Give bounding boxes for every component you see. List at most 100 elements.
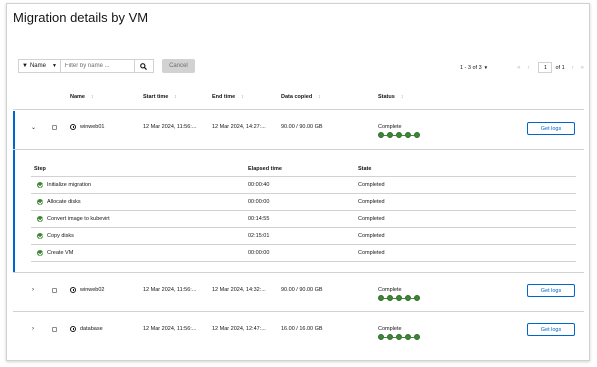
status-text: Complete xyxy=(378,287,402,293)
column-header-label: End time xyxy=(212,94,236,100)
pipeline-steps xyxy=(378,334,420,340)
data-copied: 16.00 / 16.00 GB xyxy=(281,326,323,332)
end-time: 12 Mar 2024, 12:47:... xyxy=(212,326,266,332)
start-time: 12 Mar 2024, 11:56:... xyxy=(143,326,197,332)
filter-attribute-dropdown[interactable]: ▼ Name ▼ xyxy=(18,59,60,73)
step-state: Completed xyxy=(358,199,385,205)
step-state: Completed xyxy=(358,233,385,239)
sort-icon: ↕ xyxy=(90,94,94,100)
sort-icon: ↕ xyxy=(174,94,177,100)
pagination-range-toggle[interactable]: 1 - 3 of 3 ▼ xyxy=(460,65,488,71)
expand-chevron-icon[interactable]: › xyxy=(32,287,34,293)
column-header-label: Start time xyxy=(143,94,169,100)
step-elapsed: 00:00:00 xyxy=(248,199,270,205)
status-cell: Complete xyxy=(378,326,420,340)
sort-icon: ↕ xyxy=(241,94,244,100)
column-header-name[interactable]: Name ↕ xyxy=(70,94,93,100)
step-row: Copy disks 02:15:01 Completed xyxy=(31,228,576,245)
caret-down-icon: ▼ xyxy=(483,64,489,70)
next-page-icon[interactable]: › xyxy=(572,65,574,71)
page-number-input[interactable]: 1 xyxy=(538,62,553,73)
pipeline-steps xyxy=(378,132,420,138)
status-cell: Complete xyxy=(378,287,420,301)
step-row: Create VM 00:00:00 Completed xyxy=(31,245,576,262)
status-text: Complete xyxy=(378,124,402,130)
row-checkbox[interactable] xyxy=(52,327,57,332)
step-name: Create VM xyxy=(47,250,74,256)
search-button[interactable] xyxy=(133,59,154,73)
filter-attribute-label: Name xyxy=(29,63,46,69)
table-row: ⌄ winweb01 12 Mar 2024, 11:56:... 12 Mar… xyxy=(13,109,584,149)
step-dot xyxy=(414,295,420,301)
get-logs-button[interactable]: Get logs xyxy=(527,284,575,297)
column-header-label: Data copied xyxy=(281,94,313,100)
pagination-range: 1 - 3 of 3 xyxy=(459,64,482,71)
status-cell: Complete xyxy=(378,124,420,138)
data-copied: 90.00 / 90.00 GB xyxy=(281,124,323,130)
status-text: Complete xyxy=(378,326,402,332)
step-dot xyxy=(414,334,420,340)
step-name: Convert image to kubevirt xyxy=(47,216,110,222)
step-name: Initialize migration xyxy=(47,182,92,188)
get-logs-button[interactable]: Get logs xyxy=(527,323,575,336)
step-elapsed: 00:00:40 xyxy=(248,182,270,188)
start-time: 12 Mar 2024, 11:56:... xyxy=(143,124,197,130)
power-icon xyxy=(70,124,76,130)
column-header-label: Status xyxy=(378,94,395,100)
page-title: Migration details by VM xyxy=(13,10,149,25)
step-name: Copy disks xyxy=(47,233,74,239)
step-state: Completed xyxy=(358,182,385,188)
step-name: Allocate disks xyxy=(47,199,81,205)
row-checkbox[interactable] xyxy=(52,288,57,293)
table-row: › database 12 Mar 2024, 11:56:... 12 Mar… xyxy=(13,311,584,351)
row-checkbox[interactable] xyxy=(52,125,57,130)
steps-table-header: Step Elapsed time State xyxy=(31,161,576,177)
end-time: 12 Mar 2024, 14:32:... xyxy=(212,287,266,293)
step-state: Completed xyxy=(358,216,385,222)
check-circle-icon xyxy=(37,182,43,188)
step-elapsed: 00:14:55 xyxy=(248,216,270,222)
end-time: 12 Mar 2024, 14:27:... xyxy=(212,124,266,130)
prev-page-icon[interactable]: ‹ xyxy=(527,65,529,71)
check-circle-icon xyxy=(37,216,43,222)
search-icon xyxy=(140,62,148,70)
check-circle-icon xyxy=(37,250,43,256)
column-header-end-time[interactable]: End time ↕ xyxy=(212,94,244,100)
cancel-button[interactable]: Cancel xyxy=(161,59,195,73)
column-header-label: Name xyxy=(70,94,85,100)
start-time: 12 Mar 2024, 11:56:... xyxy=(143,287,197,293)
vm-name: winweb01 xyxy=(80,124,105,130)
column-header-data-copied[interactable]: Data copied ↕ xyxy=(281,94,321,100)
step-elapsed: 00:00:00 xyxy=(248,250,270,256)
first-page-icon[interactable]: « xyxy=(517,65,520,71)
get-logs-button[interactable]: Get logs xyxy=(527,122,575,135)
filter-toolbar: ▼ Name ▼ Cancel xyxy=(18,59,195,73)
step-dot xyxy=(414,132,420,138)
check-circle-icon xyxy=(37,233,43,239)
filter-icon: ▼ xyxy=(22,63,28,69)
step-elapsed: 02:15:01 xyxy=(248,233,270,239)
check-circle-icon xyxy=(37,199,43,205)
step-row: Allocate disks 00:00:00 Completed xyxy=(31,194,576,211)
vm-name: database xyxy=(80,326,103,332)
power-icon xyxy=(70,326,76,332)
page-count: of 1 xyxy=(555,64,565,71)
search-input[interactable] xyxy=(59,59,134,73)
pagination: 1 - 3 of 3 ▼ « ‹ 1 of 1 › » xyxy=(460,62,584,73)
sort-icon: ↕ xyxy=(400,94,404,100)
column-header-state: State xyxy=(358,165,372,172)
power-icon xyxy=(70,287,76,293)
data-copied: 90.00 / 90.00 GB xyxy=(281,287,323,293)
column-header-status[interactable]: Status ↕ xyxy=(378,94,403,100)
table-header: Name ↕ Start time ↕ End time ↕ Data copied ↕… xyxy=(13,89,584,107)
expand-chevron-icon[interactable]: › xyxy=(32,326,34,332)
column-header-start-time[interactable]: Start time ↕ xyxy=(143,94,177,100)
caret-down-icon: ▼ xyxy=(51,63,57,69)
vm-name: winweb02 xyxy=(80,287,105,293)
step-state: Completed xyxy=(358,250,385,256)
last-page-icon[interactable]: » xyxy=(581,65,584,71)
step-row: Initialize migration 00:00:40 Completed xyxy=(31,177,576,194)
column-header-elapsed-time: Elapsed time xyxy=(248,165,282,172)
sort-icon: ↕ xyxy=(318,94,321,100)
collapse-chevron-icon[interactable]: ⌄ xyxy=(31,124,36,131)
